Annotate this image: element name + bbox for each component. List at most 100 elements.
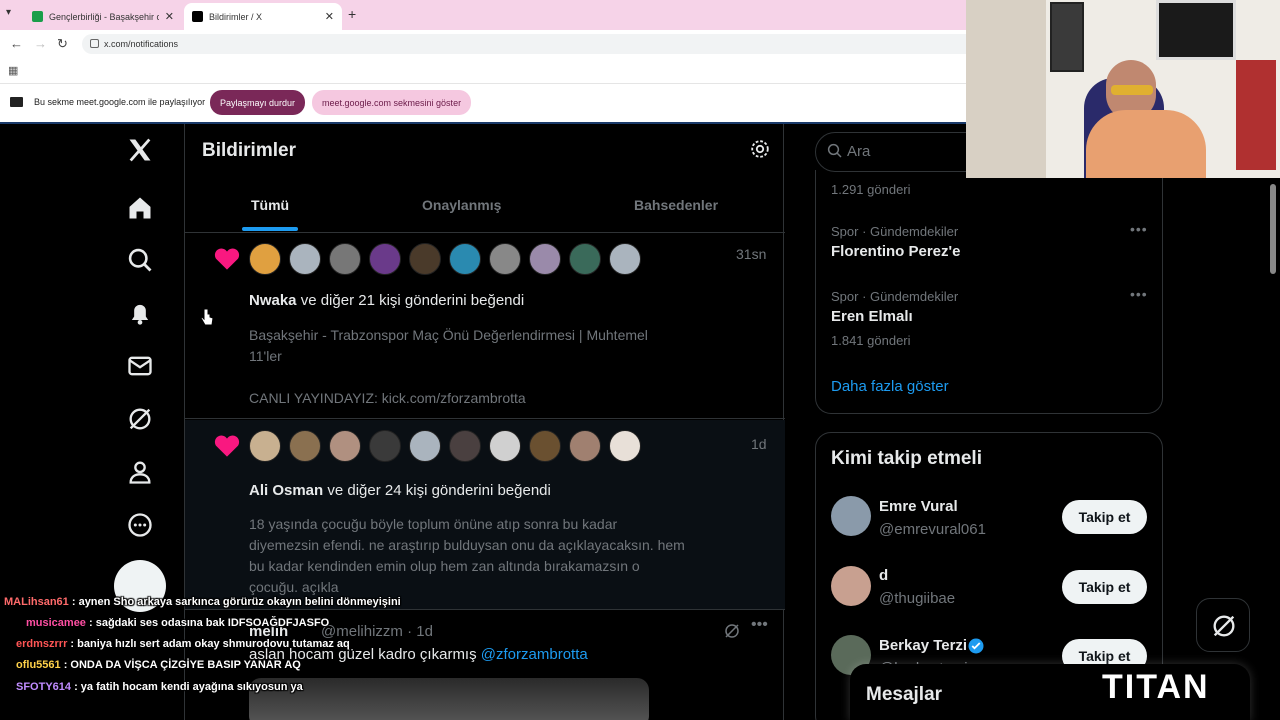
tab-search-icon[interactable]: ▾	[6, 7, 11, 18]
avatar[interactable]	[449, 430, 481, 462]
chat-message: erdmszrrr : baniya hızlı sert adam okay …	[4, 638, 350, 650]
avatar[interactable]	[449, 243, 481, 275]
x-favicon-icon	[192, 11, 203, 22]
avatar[interactable]	[489, 243, 521, 275]
avatar[interactable]	[529, 243, 561, 275]
mention-link[interactable]: @zforzambrotta	[481, 646, 588, 663]
webcam-poster	[1236, 60, 1276, 170]
site-info-icon[interactable]	[90, 39, 99, 48]
body-line	[249, 367, 729, 388]
avatar[interactable]	[489, 430, 521, 462]
avatar[interactable]	[831, 566, 871, 606]
profile-icon[interactable]	[126, 458, 154, 486]
avatar[interactable]	[289, 243, 321, 275]
avatar[interactable]	[609, 430, 641, 462]
more-icon[interactable]	[126, 511, 154, 539]
chat-text: : ONDA DA VİŞCA ÇİZGİYE BASIP YANAR AQ	[60, 659, 301, 671]
follow-user-name[interactable]: Emre Vural	[879, 498, 958, 515]
grok-icon[interactable]	[126, 405, 154, 433]
tab-close-icon[interactable]: ✕	[325, 10, 334, 23]
follow-user-handle[interactable]: @thugiibae	[879, 590, 955, 607]
follow-user-name[interactable]: Berkay Terzi	[879, 637, 967, 654]
avatar[interactable]	[569, 243, 601, 275]
x-logo-icon[interactable]	[126, 136, 154, 164]
chat-user: SFOTY614	[16, 681, 72, 693]
trend-category: Spor · Gündemdekiler	[831, 224, 959, 239]
trend-count: 1.841 gönderi	[831, 333, 911, 348]
x-page: Bildirimler Tümü Onaylanmış Bahsedenler …	[0, 122, 1280, 720]
avatar[interactable]	[329, 243, 361, 275]
mail-icon[interactable]	[126, 352, 154, 380]
watermark-logo: TITAN	[1102, 668, 1210, 706]
trend-name[interactable]: Eren Elmalı	[831, 308, 913, 325]
avatar[interactable]	[569, 430, 601, 462]
browser-tab[interactable]: Gençlerbirliği - Başakşehir canlı ✕	[24, 3, 182, 30]
new-tab-icon[interactable]: +	[348, 6, 356, 22]
grok-icon[interactable]	[723, 622, 741, 640]
notification-item[interactable]: 1d Ali Osman ve diğer 24 kişi gönderini …	[185, 420, 785, 610]
grok-icon	[1213, 615, 1235, 637]
tab-verified[interactable]: Onaylanmış	[422, 197, 501, 213]
show-tab-button[interactable]: meet.google.com sekmesini göster	[312, 90, 472, 115]
avatar[interactable]	[409, 243, 441, 275]
chat-user: erdmszrrr	[16, 638, 68, 650]
more-options-icon[interactable]: •••	[1130, 221, 1148, 237]
browser-tab-active[interactable]: Bildirimler / X ✕	[184, 3, 342, 30]
gear-icon[interactable]	[749, 138, 771, 160]
avatar[interactable]	[249, 430, 281, 462]
avatar[interactable]	[409, 430, 441, 462]
liker-avatars	[249, 243, 641, 275]
scrollbar[interactable]	[1270, 184, 1276, 274]
avatar[interactable]	[609, 243, 641, 275]
webcam-person-shirt	[1086, 110, 1206, 178]
avatar[interactable]	[369, 243, 401, 275]
tab-mentions[interactable]: Bahsedenler	[634, 197, 718, 213]
notification-body: Başakşehir - Trabzonspor Maç Önü Değerle…	[249, 325, 729, 409]
apps-grid-icon[interactable]: ▦	[8, 64, 18, 77]
avatar[interactable]	[369, 430, 401, 462]
chat-message: SFOTY614 : ya fatih hocam kendi ayağına …	[4, 681, 303, 693]
chat-text: : ya fatih hocam kendi ayağına sıkıyosun…	[71, 681, 303, 693]
actor-name[interactable]: Ali Osman	[249, 482, 323, 499]
who-to-follow-title: Kimi takip etmeli	[831, 448, 982, 469]
active-tab-indicator	[242, 227, 298, 231]
bell-icon[interactable]	[126, 299, 154, 327]
reload-icon[interactable]: ↻	[57, 36, 68, 52]
forward-icon[interactable]: →	[34, 36, 47, 51]
avatar[interactable]	[289, 430, 321, 462]
follow-user-name[interactable]: d	[879, 567, 888, 584]
avatar[interactable]	[329, 430, 361, 462]
avatar[interactable]	[249, 243, 281, 275]
search-icon	[827, 143, 842, 158]
tab-all[interactable]: Tümü	[251, 197, 289, 213]
search-icon[interactable]	[126, 246, 154, 274]
more-options-icon[interactable]: •••	[1130, 286, 1148, 302]
follow-button[interactable]: Takip et	[1062, 570, 1147, 604]
tab-close-icon[interactable]: ✕	[165, 10, 174, 23]
sheets-favicon-icon	[32, 11, 43, 22]
body-line: 18 yaşında çocuğu böyle toplum önüne atı…	[249, 516, 618, 532]
url-input[interactable]: x.com/notifications	[82, 34, 982, 54]
tab-title: Gençlerbirliği - Başakşehir canlı	[49, 11, 159, 22]
grok-button[interactable]	[1196, 598, 1250, 652]
more-options-icon[interactable]: •••	[751, 616, 768, 634]
follow-button[interactable]: Takip et	[1062, 500, 1147, 534]
back-icon[interactable]: ←	[10, 36, 23, 51]
follow-user-handle[interactable]: @emrevural061	[879, 521, 986, 538]
show-more-link[interactable]: Daha fazla göster	[831, 378, 949, 395]
home-icon[interactable]	[126, 194, 154, 222]
avatar[interactable]	[831, 496, 871, 536]
tweet-image[interactable]	[249, 678, 649, 720]
notification-item[interactable]: 31sn Nwaka ve diğer 21 kişi gönderini be…	[185, 233, 785, 419]
body-line: CANLI YAYINDAYIZ: kick.com/zforzambrotta	[249, 390, 526, 406]
trend-name[interactable]: Florentino Perez'e	[831, 243, 960, 260]
avatar[interactable]	[529, 430, 561, 462]
chat-text: : baniya hızlı sert adam okay shmurodovu…	[67, 638, 350, 650]
actor-name[interactable]: Nwaka	[249, 292, 297, 309]
stop-sharing-button[interactable]: Paylaşmayı durdur	[210, 90, 306, 115]
chat-user: oflu5561	[16, 659, 61, 671]
trend-count: 1.291 gönderi	[831, 182, 911, 197]
chat-text: : aynen Sho arkaya sarkınca görürüz okay…	[68, 596, 401, 608]
action-text: ve diğer 24 kişi gönderini beğendi	[323, 482, 551, 499]
body-line: diyemezsin efendi. ne araştırıp bulduysa…	[249, 537, 685, 553]
